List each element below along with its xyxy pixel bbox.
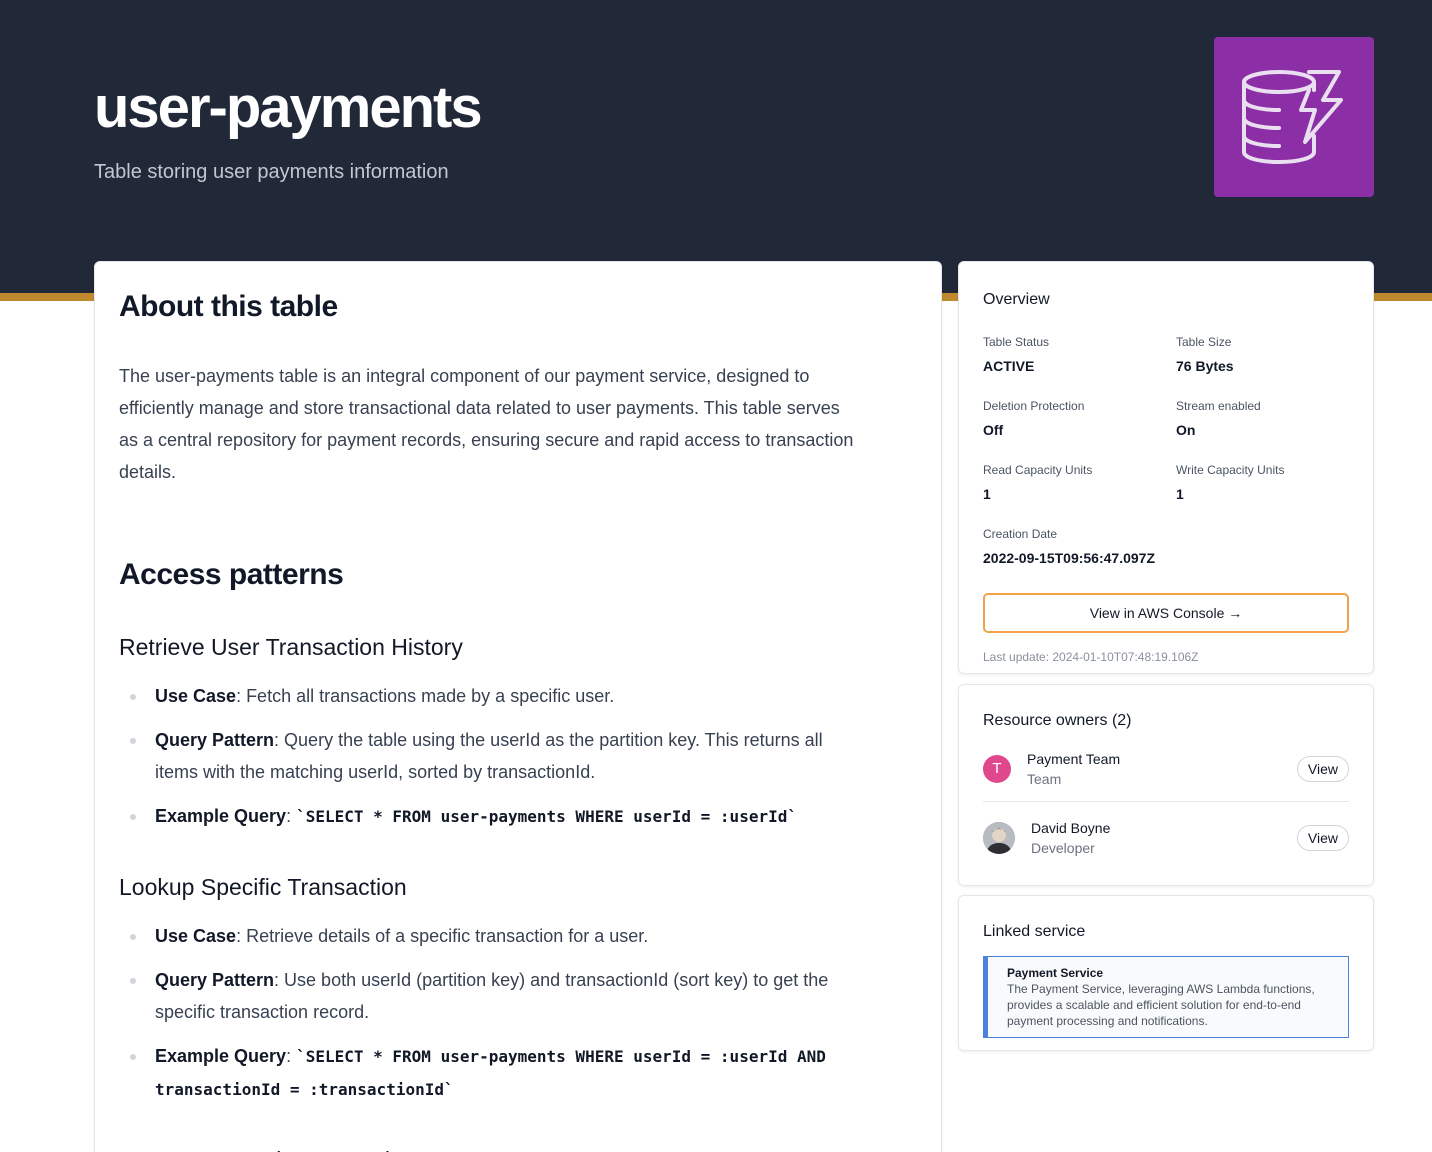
last-update-text: Last update: 2024-01-10T07:48:19.106Z: [983, 650, 1199, 664]
page-subtitle: Table storing user payments information: [94, 161, 449, 183]
overview-title: Overview: [983, 291, 1050, 308]
pattern-list: Use Case: Retrieve details of a specific…: [119, 920, 917, 1106]
field-label: Deletion Protection: [983, 399, 1085, 413]
linked-service-item[interactable]: Payment Service The Payment Service, lev…: [983, 956, 1349, 1038]
field-value: 1: [1176, 486, 1184, 502]
field-value: 76 Bytes: [1176, 358, 1234, 374]
owner-name: David Boyne: [1031, 820, 1111, 836]
pattern-heading: Query Transactions Based on Status: [119, 1144, 917, 1152]
avatar: [983, 822, 1015, 854]
example-query-label: Example Query: [155, 806, 287, 826]
list-item: Example Query: `SELECT * FROM user-payme…: [119, 800, 859, 833]
documentation-panel: About this table The user-payments table…: [94, 261, 942, 1152]
query-pattern-label: Query Pattern: [155, 730, 275, 750]
example-query-code: `SELECT * FROM user-payments WHERE userI…: [296, 807, 797, 826]
example-query-label: Example Query: [155, 1046, 287, 1066]
resource-owners-card: Resource owners (2) T Payment Team Team …: [958, 684, 1374, 886]
overview-field: Deletion Protection Off: [983, 398, 1176, 440]
list-item: Use Case: Fetch all transactions made by…: [119, 680, 859, 712]
owner-type: Team: [1027, 771, 1062, 787]
overview-field: Read Capacity Units 1: [983, 462, 1176, 504]
view-in-aws-console-button[interactable]: View in AWS Console →: [983, 593, 1349, 633]
query-pattern-label: Query Pattern: [155, 970, 275, 990]
field-label: Read Capacity Units: [983, 463, 1093, 477]
list-item: Query Pattern: Use both userId (partitio…: [119, 964, 859, 1028]
field-value: 2022-09-15T09:56:47.097Z: [983, 550, 1156, 566]
owner-info: Payment Team Team: [1027, 749, 1120, 789]
field-value: On: [1176, 422, 1196, 438]
field-value: ACTIVE: [983, 358, 1035, 374]
use-case-text: : Retrieve details of a specific transac…: [236, 926, 649, 946]
use-case-text: : Fetch all transactions made by a speci…: [236, 686, 615, 706]
example-separator: :: [286, 1046, 297, 1066]
pattern-heading: Lookup Specific Transaction: [119, 874, 407, 900]
field-label: Creation Date: [983, 527, 1058, 541]
view-owner-button[interactable]: View: [1296, 756, 1349, 782]
owners-title: Resource owners (2): [983, 712, 1132, 729]
overview-field: Write Capacity Units 1: [1176, 462, 1349, 504]
owner-type: Developer: [1031, 840, 1095, 856]
owner-row: T Payment Team Team View: [983, 737, 1349, 801]
service-name: Payment Service: [1007, 966, 1104, 980]
overview-field: Stream enabled On: [1176, 398, 1349, 440]
dynamodb-table-icon: [1214, 37, 1374, 197]
overview-grid: Table Status ACTIVE Table Size 76 Bytes De…: [983, 334, 1349, 568]
page-title: user-payments: [94, 75, 483, 140]
field-value: Off: [983, 422, 1004, 438]
about-paragraph: The user-payments table is an integral c…: [119, 366, 854, 482]
pattern-heading: Retrieve User Transaction History: [119, 634, 463, 660]
overview-card: Overview Table Status ACTIVE Table Size 76…: [958, 261, 1374, 674]
about-heading: About this table: [119, 290, 338, 323]
linked-service-card: Linked service Payment Service The Payme…: [958, 895, 1374, 1051]
linked-service-title: Linked service: [983, 923, 1086, 940]
field-label: Table Size: [1176, 335, 1232, 349]
owner-info: David Boyne Developer: [1031, 818, 1110, 858]
owner-row: David Boyne Developer View: [983, 802, 1349, 874]
overview-field: Creation Date 2022-09-15T09:56:47.097Z: [983, 526, 1176, 568]
field-value: 1: [983, 486, 991, 502]
service-description: The Payment Service, leveraging AWS Lamb…: [1007, 982, 1315, 1028]
access-patterns-heading: Access patterns: [119, 558, 344, 591]
use-case-label: Use Case: [155, 926, 237, 946]
overview-field: Table Status ACTIVE: [983, 334, 1176, 376]
view-owner-button[interactable]: View: [1296, 825, 1349, 851]
list-item: Example Query: `SELECT * FROM user-payme…: [119, 1040, 859, 1106]
owner-name: Payment Team: [1027, 751, 1121, 767]
field-label: Table Status: [983, 335, 1050, 349]
field-label: Stream enabled: [1176, 399, 1261, 413]
list-item: Query Pattern: Query the table using the…: [119, 724, 859, 788]
avatar: T: [983, 755, 1011, 783]
overview-field: Table Size 76 Bytes: [1176, 334, 1349, 376]
pattern-list: Use Case: Fetch all transactions made by…: [119, 680, 917, 833]
example-separator: :: [286, 806, 297, 826]
field-label: Write Capacity Units: [1176, 463, 1285, 477]
list-item: Use Case: Retrieve details of a specific…: [119, 920, 859, 952]
use-case-label: Use Case: [155, 686, 237, 706]
